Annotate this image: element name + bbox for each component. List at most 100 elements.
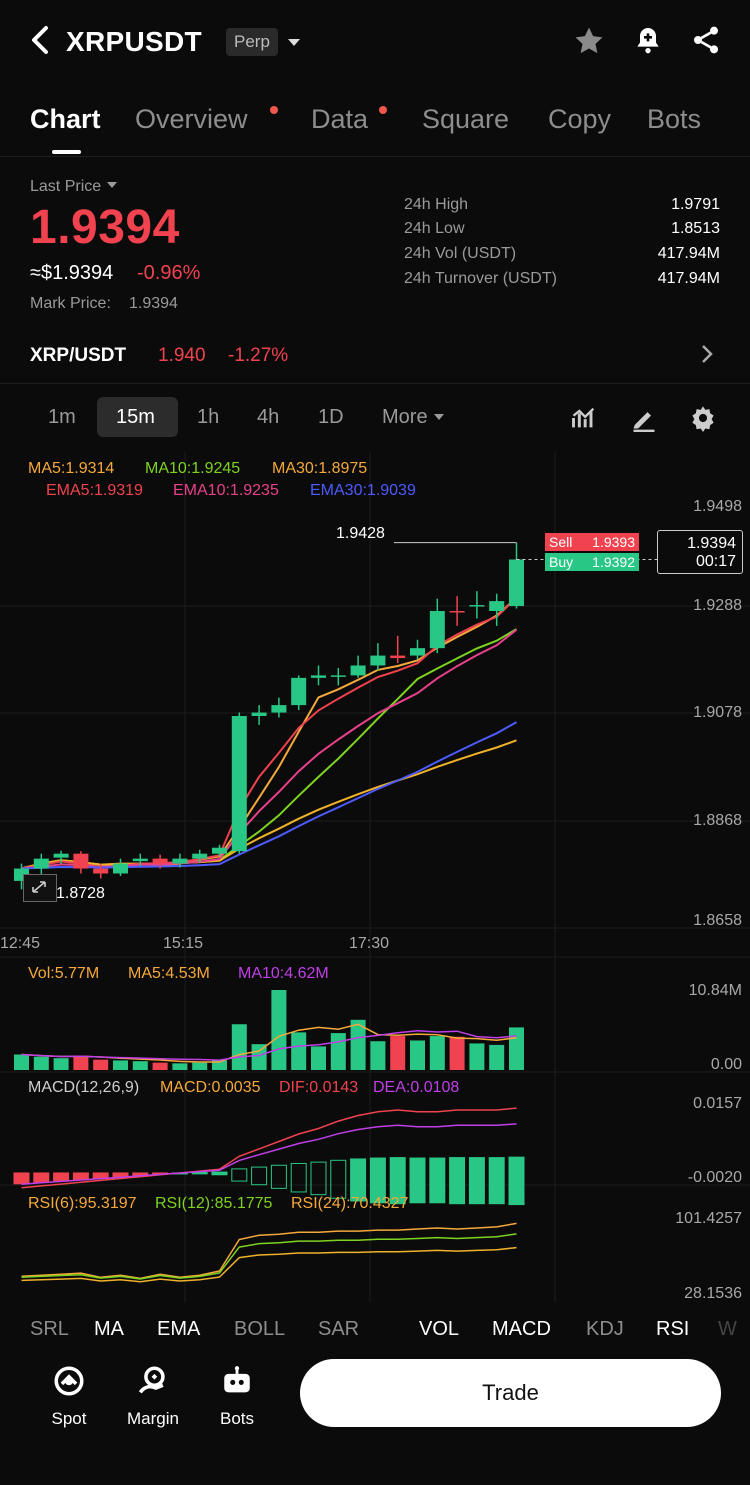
countdown: 00:17 bbox=[695, 553, 736, 570]
nav-margin-label: Margin bbox=[127, 1409, 179, 1428]
settings-icon[interactable] bbox=[689, 404, 717, 437]
nav-margin[interactable]: Margin bbox=[113, 1364, 193, 1429]
current-price: 1.9394 bbox=[687, 535, 736, 552]
toggle-boll[interactable]: BOLL bbox=[234, 1318, 285, 1341]
candle-body bbox=[132, 858, 148, 862]
share-icon[interactable] bbox=[690, 24, 726, 60]
toggle-ema[interactable]: EMA bbox=[157, 1318, 200, 1341]
pair-name: XRP/USDT bbox=[30, 345, 127, 366]
vol-axis-label: 10.84M bbox=[688, 982, 742, 999]
trade-button[interactable]: Trade bbox=[300, 1359, 721, 1427]
macd-histogram-bar bbox=[53, 1172, 70, 1182]
rsi-axis-label: 101.4257 bbox=[675, 1210, 742, 1227]
chart-area[interactable]: MA5:1.9314 MA10:1.9245 MA30:1.8975 EMA5:… bbox=[0, 452, 750, 1302]
candle-body bbox=[73, 853, 89, 869]
rsi24-label: RSI(24):70.4327 bbox=[291, 1195, 409, 1212]
volume-bar bbox=[73, 1055, 89, 1070]
symbol-title[interactable]: XRPUSDT bbox=[66, 26, 202, 58]
macd-axis-label: 0.0157 bbox=[693, 1095, 742, 1112]
macd-histogram-bar bbox=[13, 1172, 30, 1185]
toggle-kdj[interactable]: KDJ bbox=[586, 1318, 624, 1341]
candle-body bbox=[509, 559, 524, 607]
volume-bar bbox=[449, 1036, 465, 1070]
nav-spot[interactable]: Spot bbox=[29, 1364, 109, 1429]
macd-histogram-bar bbox=[231, 1168, 248, 1182]
pair-change: -1.27% bbox=[228, 345, 289, 366]
macd-histogram-bar bbox=[310, 1161, 327, 1196]
interval-15m[interactable]: 15m bbox=[116, 406, 155, 429]
tab-overview[interactable]: Overview bbox=[135, 104, 248, 135]
candle-body bbox=[410, 648, 425, 656]
volume-bar bbox=[113, 1060, 128, 1070]
symbol-dropdown-icon[interactable] bbox=[287, 30, 301, 59]
toggle-w[interactable]: W bbox=[718, 1318, 737, 1341]
draw-icon[interactable] bbox=[630, 404, 658, 437]
tab-data[interactable]: Data bbox=[311, 104, 368, 135]
macd-value-label: MACD:0.0035 bbox=[160, 1079, 261, 1096]
candlestick-chart[interactable] bbox=[0, 452, 750, 1302]
macd-histogram-bar bbox=[449, 1157, 466, 1205]
stat-value: 1.9791 bbox=[671, 196, 720, 213]
candle-body bbox=[113, 863, 128, 874]
buy-price-tag[interactable]: Buy 1.9392 bbox=[545, 553, 639, 571]
bell-plus-icon[interactable] bbox=[632, 24, 668, 60]
toggle-rsi[interactable]: RSI bbox=[656, 1318, 689, 1341]
stat-label: 24h Low bbox=[404, 220, 465, 237]
tab-bots[interactable]: Bots bbox=[647, 104, 701, 135]
indicator-toggle-bar: SRL MA EMA BOLL SAR VOL MACD KDJ RSI W bbox=[0, 1308, 750, 1344]
volume-bar bbox=[330, 1033, 346, 1070]
macd-histogram-bar bbox=[429, 1157, 446, 1204]
toggle-sar[interactable]: SAR bbox=[318, 1318, 359, 1341]
interval-1h[interactable]: 1h bbox=[197, 406, 219, 429]
toggle-macd[interactable]: MACD bbox=[492, 1318, 551, 1341]
candle-body bbox=[93, 868, 109, 874]
volume-bar bbox=[370, 1041, 386, 1070]
tab-square[interactable]: Square bbox=[422, 104, 509, 135]
ma5-label: MA5:1.9314 bbox=[28, 460, 115, 477]
indicator-icon[interactable] bbox=[570, 404, 598, 437]
vol-label: Vol:5.77M bbox=[28, 965, 100, 982]
bots-icon bbox=[224, 1366, 250, 1393]
candle-body bbox=[53, 853, 69, 858]
stat-label: 24h Vol (USDT) bbox=[404, 245, 517, 262]
interval-more[interactable]: More bbox=[382, 406, 445, 429]
change-percent: -0.96% bbox=[137, 262, 201, 284]
stat-value: 1.8513 bbox=[671, 220, 720, 237]
sell-price-tag[interactable]: Sell 1.9393 bbox=[545, 533, 639, 551]
nav-spot-label: Spot bbox=[51, 1409, 87, 1428]
toggle-vol[interactable]: VOL bbox=[419, 1318, 459, 1341]
tab-chart[interactable]: Chart bbox=[30, 104, 101, 135]
macd-histogram-bar bbox=[330, 1159, 347, 1199]
interval-1d[interactable]: 1D bbox=[318, 406, 344, 429]
tab-copy[interactable]: Copy bbox=[548, 104, 611, 135]
data-notification-dot bbox=[379, 106, 387, 114]
macd-histogram-bar bbox=[211, 1171, 228, 1176]
candle-body bbox=[429, 611, 445, 649]
candle-body bbox=[212, 847, 227, 854]
expand-icon[interactable] bbox=[23, 874, 57, 902]
star-icon[interactable] bbox=[572, 24, 608, 60]
volume-bar bbox=[33, 1056, 49, 1070]
candle-body bbox=[271, 705, 287, 713]
back-chevron-icon[interactable] bbox=[28, 22, 52, 67]
vol-ma5-label: MA5:4.53M bbox=[128, 965, 210, 982]
volume-bar bbox=[53, 1058, 69, 1070]
active-tab-indicator bbox=[52, 150, 81, 154]
macd-histogram-bar bbox=[409, 1157, 426, 1204]
nav-bots[interactable]: Bots bbox=[197, 1364, 277, 1429]
interval-4h[interactable]: 4h bbox=[257, 406, 279, 429]
candle-body bbox=[192, 853, 208, 859]
vol-axis-label: 0.00 bbox=[710, 1056, 742, 1073]
candle-body bbox=[291, 677, 307, 706]
last-price-label[interactable]: Last Price bbox=[30, 178, 118, 196]
macd-histogram-bar bbox=[468, 1157, 485, 1205]
pair-row[interactable]: XRP/USDT 1.940 -1.27% bbox=[0, 333, 750, 384]
vol-ma10-label: MA10:4.62M bbox=[238, 965, 329, 982]
volume-bar bbox=[251, 1044, 267, 1070]
toggle-srl[interactable]: SRL bbox=[30, 1318, 69, 1341]
rsi-axis-label: 28.1536 bbox=[684, 1285, 742, 1302]
toggle-ma[interactable]: MA bbox=[94, 1318, 124, 1341]
price-axis-label: 1.8658 bbox=[693, 912, 742, 929]
ema30-label: EMA30:1.9039 bbox=[310, 482, 416, 499]
interval-1m[interactable]: 1m bbox=[48, 406, 76, 429]
